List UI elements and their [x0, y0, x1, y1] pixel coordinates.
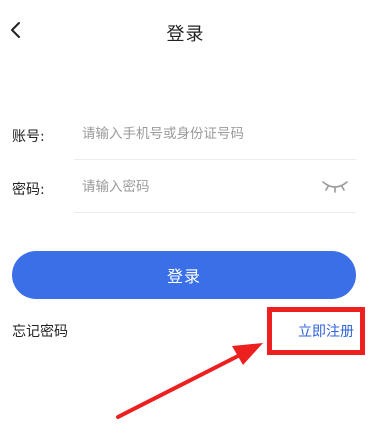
- password-input[interactable]: [82, 175, 302, 199]
- register-link[interactable]: 立即注册: [298, 321, 354, 341]
- login-button[interactable]: 登录: [12, 251, 356, 299]
- account-label: 账号:: [12, 129, 45, 145]
- password-divider: [74, 212, 356, 213]
- forgot-password-link[interactable]: 忘记密码: [12, 321, 68, 341]
- page-title: 登录: [166, 24, 205, 45]
- password-label: 密码:: [12, 182, 45, 198]
- eye-closed-icon[interactable]: [321, 178, 349, 194]
- account-divider: [74, 159, 356, 160]
- account-input[interactable]: [82, 122, 302, 146]
- top-bar: 登录: [0, 0, 371, 64]
- annotation-arrow: [116, 343, 263, 419]
